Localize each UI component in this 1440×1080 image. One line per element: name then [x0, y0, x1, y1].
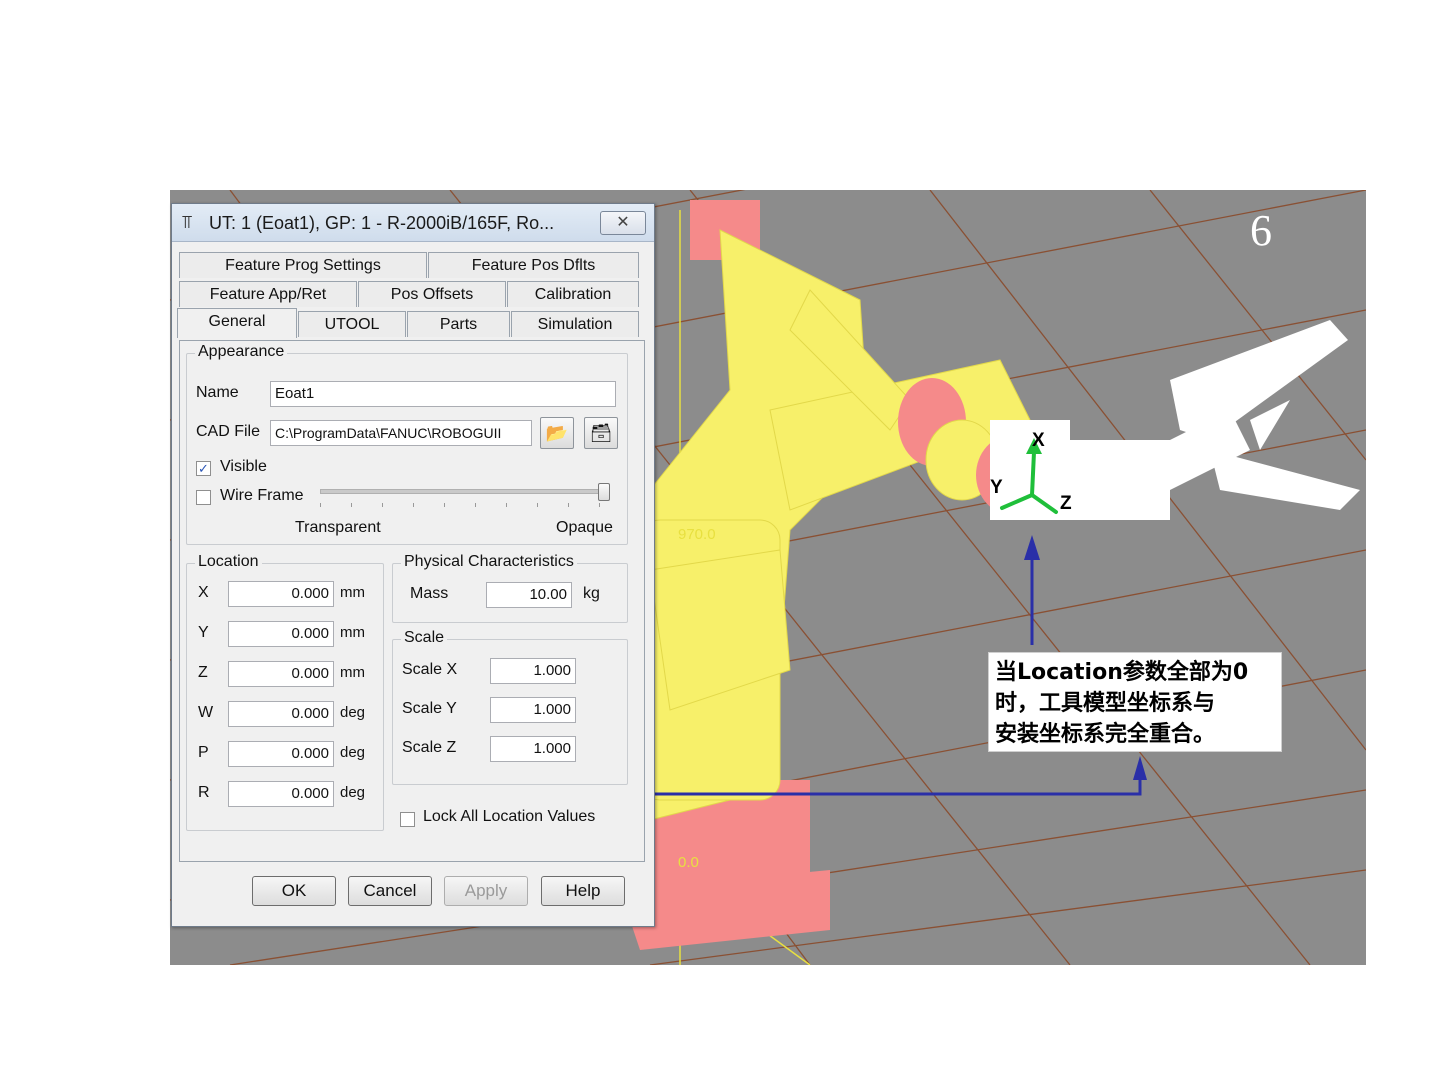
tab-general[interactable]: General — [177, 308, 297, 338]
location-unit-label: deg — [340, 704, 366, 721]
visible-label: Visible — [220, 458, 267, 475]
location-value-input[interactable]: 0.000 — [228, 581, 334, 607]
apply-button[interactable]: Apply — [444, 876, 528, 906]
browse-folder-icon[interactable]: 📂 — [540, 417, 574, 449]
cancel-button[interactable]: Cancel — [348, 876, 432, 906]
appearance-legend: Appearance — [195, 343, 288, 361]
lock-location-label: Lock All Location Values — [423, 808, 596, 825]
location-unit-label: deg — [340, 784, 366, 801]
callout-line: 当Location参数全部为0 — [995, 660, 1249, 685]
location-unit-label: mm — [340, 664, 365, 681]
ok-button[interactable]: OK — [252, 876, 336, 906]
tab-feature-prog-settings[interactable]: Feature Prog Settings — [179, 252, 427, 278]
tab-calibration[interactable]: Calibration — [507, 281, 639, 307]
physical-legend: Physical Characteristics — [401, 553, 577, 571]
slider-thumb[interactable] — [598, 483, 610, 501]
scale-legend: Scale — [401, 629, 448, 647]
lock-location-checkbox[interactable] — [400, 812, 415, 827]
location-value-input[interactable]: 0.000 — [228, 621, 334, 647]
general-tab-panel: Appearance Name Eoat1 CAD File C:\Progra… — [179, 340, 645, 862]
tab-parts[interactable]: Parts — [407, 311, 510, 337]
scale-axis-label: Scale Z — [402, 739, 457, 756]
wireframe-label: Wire Frame — [220, 487, 304, 504]
dialog-title: UT: 1 (Eoat1), GP: 1 - R-2000iB/165F, Ro… — [209, 213, 555, 233]
tab-simulation[interactable]: Simulation — [511, 311, 639, 337]
callout-line: 安装坐标系完全重合。 — [995, 722, 1216, 747]
transparent-label: Transparent — [295, 519, 381, 536]
cad-library-icon[interactable]: 🗃 — [584, 417, 618, 449]
location-axis-label: Y — [198, 624, 209, 641]
grid-label-0: 0.0 — [678, 854, 699, 871]
location-value-input[interactable]: 0.000 — [228, 741, 334, 767]
tab-pos-offsets[interactable]: Pos Offsets — [358, 281, 506, 307]
location-axis-label: Z — [198, 664, 208, 681]
mass-unit: kg — [583, 585, 600, 602]
location-legend: Location — [195, 553, 262, 571]
axis-label-y: Y — [990, 477, 1003, 498]
location-axis-label: P — [198, 744, 209, 761]
opaque-label: Opaque — [556, 519, 613, 536]
tool-properties-dialog: ⫪ UT: 1 (Eoat1), GP: 1 - R-2000iB/165F, … — [171, 203, 655, 927]
dialog-titlebar[interactable]: ⫪ UT: 1 (Eoat1), GP: 1 - R-2000iB/165F, … — [172, 204, 654, 242]
cad-file-input[interactable]: C:\ProgramData\FANUC\ROBOGUII — [270, 420, 532, 446]
tab-utool[interactable]: UTOOL — [298, 311, 406, 337]
scale-value-input[interactable]: 1.000 — [490, 736, 576, 762]
close-button[interactable]: ✕ — [600, 211, 646, 235]
location-unit-label: deg — [340, 744, 366, 761]
location-value-input[interactable]: 0.000 — [228, 701, 334, 727]
slider-ticks — [320, 503, 604, 507]
visible-checkbox[interactable]: ✓ — [196, 461, 211, 476]
wireframe-checkbox[interactable] — [196, 490, 211, 505]
scale-axis-label: Scale Y — [402, 700, 457, 717]
name-label: Name — [196, 384, 239, 401]
grid-label-970: 970.0 — [678, 526, 716, 543]
location-axis-label: W — [198, 704, 214, 721]
location-value-input[interactable]: 0.000 — [228, 661, 334, 687]
location-axis-label: R — [198, 784, 210, 801]
slide-number: 6 — [1250, 206, 1272, 255]
mass-input[interactable]: 10.00 — [486, 582, 572, 608]
tab-feature-pos-dflts[interactable]: Feature Pos Dflts — [428, 252, 639, 278]
cad-file-label: CAD File — [196, 423, 261, 440]
scale-axis-label: Scale X — [402, 661, 458, 678]
scale-value-input[interactable]: 1.000 — [490, 658, 576, 684]
location-unit-label: mm — [340, 584, 365, 601]
location-axis-label: X — [198, 584, 209, 601]
transparency-slider[interactable] — [320, 483, 610, 511]
scale-value-input[interactable]: 1.000 — [490, 697, 576, 723]
callout-line: 时，工具模型坐标系与 — [995, 691, 1216, 716]
location-unit-label: mm — [340, 624, 365, 641]
axis-label-x: X — [1032, 430, 1045, 451]
slider-track — [320, 489, 606, 494]
annotation-callout: 当Location参数全部为0 时，工具模型坐标系与 安装坐标系完全重合。 — [988, 652, 1282, 752]
name-input[interactable]: Eoat1 — [270, 381, 616, 407]
tool-icon: ⫪ — [182, 212, 193, 232]
location-value-input[interactable]: 0.000 — [228, 781, 334, 807]
axis-label-z: Z — [1060, 493, 1072, 514]
mass-label: Mass — [410, 585, 449, 602]
tab-feature-app-ret[interactable]: Feature App/Ret — [179, 281, 357, 307]
help-button[interactable]: Help — [541, 876, 625, 906]
